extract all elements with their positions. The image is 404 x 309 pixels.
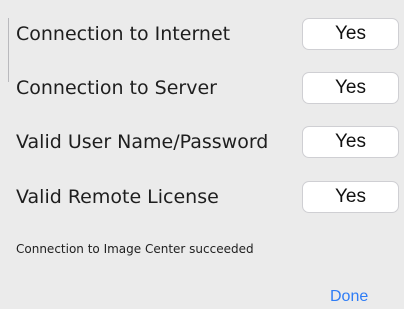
server-label: Connection to Server	[16, 77, 217, 99]
internet-value-field: Yes	[302, 18, 399, 50]
internet-label: Connection to Internet	[16, 23, 231, 45]
status-row-internet: Connection to Internet Yes	[0, 14, 404, 54]
server-value-field: Yes	[302, 72, 399, 104]
credentials-label: Valid User Name/Password	[16, 131, 269, 153]
status-row-credentials: Valid User Name/Password Yes	[0, 122, 404, 162]
connection-status-panel: Connection to Internet Yes Connection to…	[0, 0, 404, 309]
connection-status-message: Connection to Image Center succeeded	[16, 242, 254, 256]
done-button[interactable]: Done	[330, 287, 368, 307]
license-value-field: Yes	[302, 181, 399, 213]
status-row-license: Valid Remote License Yes	[0, 177, 404, 217]
credentials-value-field: Yes	[302, 126, 399, 158]
status-row-server: Connection to Server Yes	[0, 68, 404, 108]
license-label: Valid Remote License	[16, 186, 219, 208]
